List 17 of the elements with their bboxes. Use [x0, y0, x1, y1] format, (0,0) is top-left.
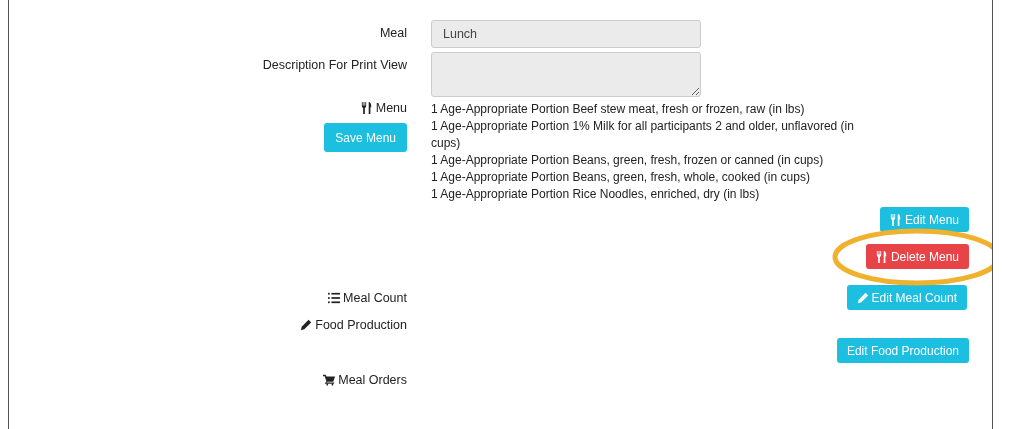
section-label: Meal Count — [328, 291, 407, 305]
field-label: Meal — [379, 26, 407, 40]
field-label: Description For Print View — [262, 58, 407, 72]
list-icon — [328, 292, 341, 304]
pencil-icon — [856, 291, 869, 304]
edit-meal-count-button[interactable]: Edit Meal Count — [846, 285, 967, 310]
edit-food-production-button[interactable]: Edit Food Production — [836, 338, 969, 363]
section-label: Food Production — [300, 318, 407, 332]
section-label: Meal Orders — [323, 373, 407, 387]
pencil-icon — [300, 319, 313, 331]
save-menu-button[interactable]: Save Menu — [324, 123, 407, 152]
utensils-icon — [889, 213, 902, 226]
menu-button[interactable]: Delete Menu — [865, 244, 969, 269]
section-label: Menu — [360, 101, 407, 115]
utensils-icon — [875, 250, 888, 263]
cart-icon — [323, 374, 336, 386]
utensils-icon — [360, 102, 373, 114]
